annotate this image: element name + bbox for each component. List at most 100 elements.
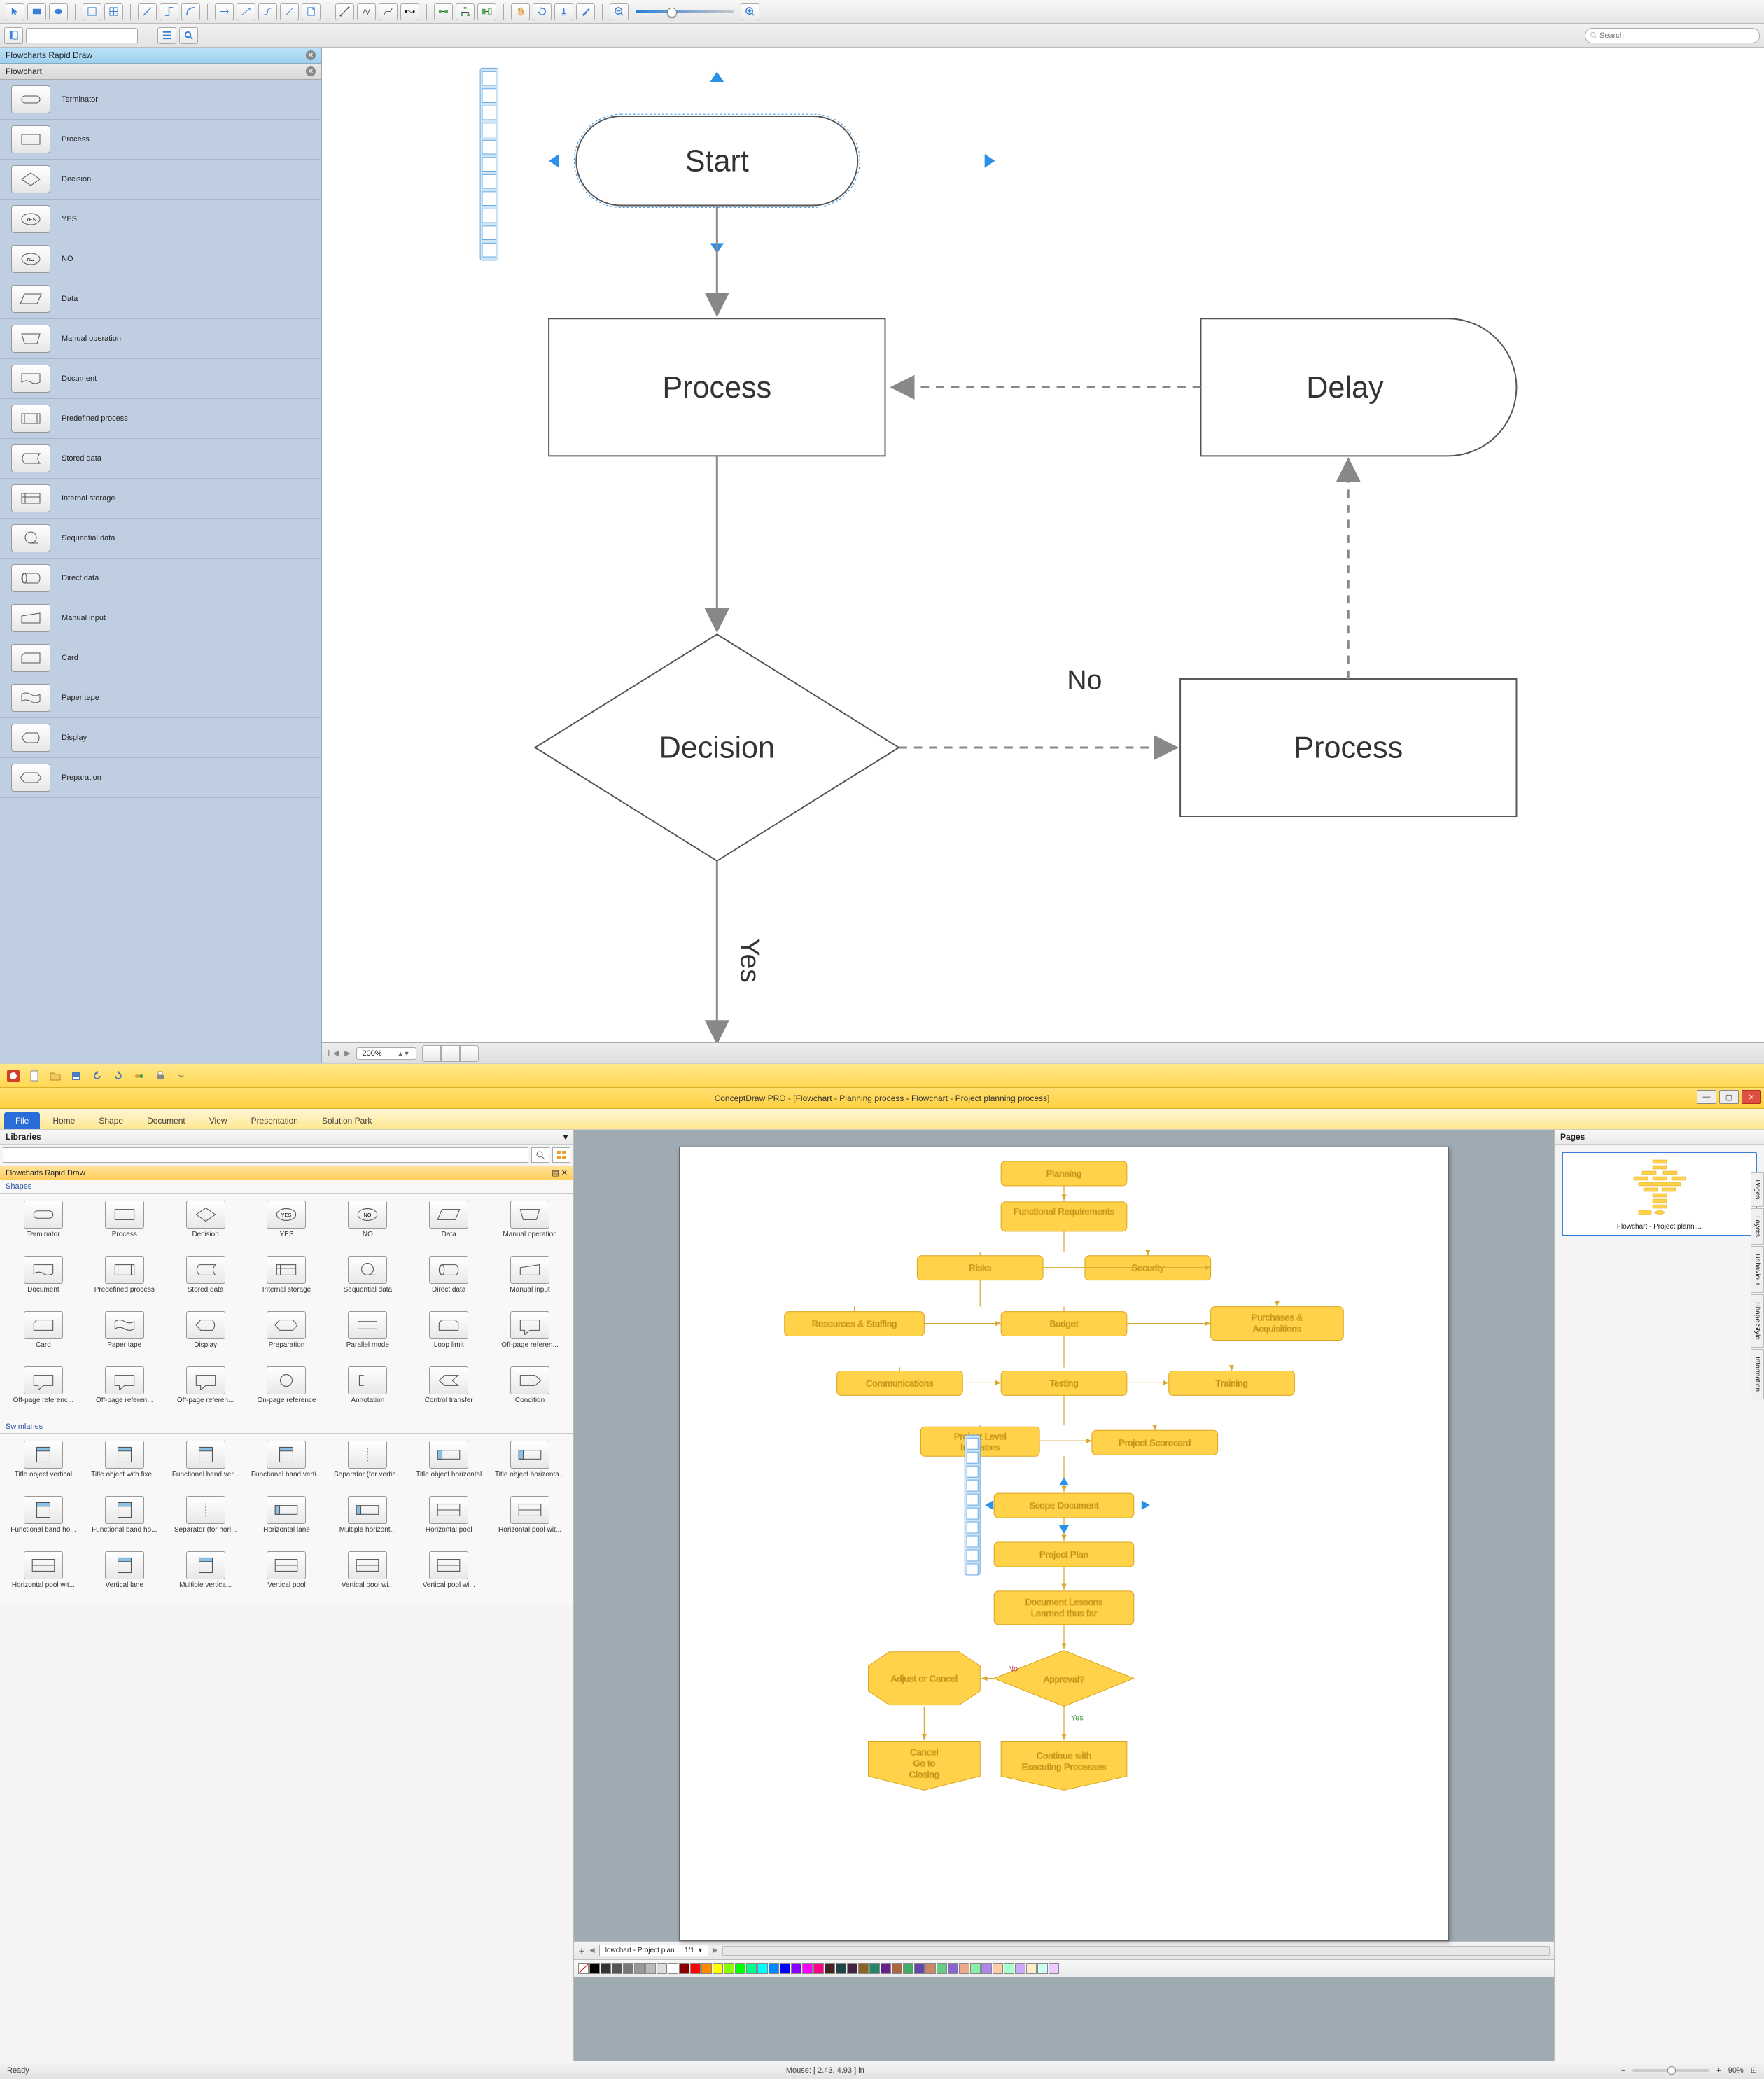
lib-grid-icon[interactable] xyxy=(552,1147,570,1163)
stamp-tool-icon[interactable] xyxy=(554,4,573,20)
view-mode-2-icon[interactable] xyxy=(441,1045,460,1062)
color-swatch[interactable] xyxy=(623,1963,634,1974)
color-swatch[interactable] xyxy=(1026,1963,1037,1974)
color-swatch[interactable] xyxy=(970,1963,981,1974)
shape-item[interactable]: NONO xyxy=(0,239,321,279)
page-tab[interactable]: lowchart - Project plan... 1/1 ▾ xyxy=(599,1945,708,1956)
minimize-button[interactable]: — xyxy=(1697,1090,1716,1104)
swimlane-item[interactable]: Horizontal pool wit... xyxy=(4,1548,83,1601)
shape-item[interactable]: Manual input xyxy=(0,598,321,638)
segment-tool-icon[interactable] xyxy=(335,4,354,20)
list-view-icon[interactable] xyxy=(158,27,176,44)
shape-item[interactable]: Paper tape xyxy=(0,678,321,718)
swimlane-item[interactable]: Functional band ver... xyxy=(167,1438,245,1490)
color-swatch[interactable] xyxy=(925,1963,936,1974)
color-swatch[interactable] xyxy=(1015,1963,1026,1974)
shape-item[interactable]: YESYES xyxy=(0,200,321,239)
swimlane-item[interactable]: Functional band ho... xyxy=(85,1493,164,1546)
color-swatch[interactable] xyxy=(746,1963,757,1974)
shape-item[interactable]: Paper tape xyxy=(85,1308,164,1361)
shape-item[interactable]: Document xyxy=(0,359,321,399)
shape-item[interactable]: Off-page referen... xyxy=(491,1308,569,1361)
shape-item[interactable]: Display xyxy=(0,718,321,758)
shape-item[interactable]: Manual operation xyxy=(491,1198,569,1250)
color-swatch[interactable] xyxy=(589,1963,600,1974)
swimlane-item[interactable]: Separator (for vertic... xyxy=(328,1438,407,1490)
close-icon[interactable]: ✕ xyxy=(306,50,316,60)
color-swatch[interactable] xyxy=(1037,1963,1048,1974)
connector-direct-icon[interactable] xyxy=(237,4,255,20)
shape-item[interactable]: Parallel mode xyxy=(328,1308,407,1361)
shape-item[interactable]: Predefined process xyxy=(85,1253,164,1306)
lib-search-button[interactable] xyxy=(531,1147,550,1163)
color-swatch[interactable] xyxy=(813,1963,824,1974)
shape-item[interactable]: Decision xyxy=(167,1198,245,1250)
swimlane-item[interactable]: Vertical lane xyxy=(85,1548,164,1601)
shape-item[interactable]: Preparation xyxy=(0,758,321,798)
zoom-select[interactable]: 200%▲▼ xyxy=(356,1047,416,1060)
color-swatch[interactable] xyxy=(948,1963,958,1974)
lib-category-header[interactable]: Flowcharts Rapid Draw ▤ ✕ xyxy=(0,1166,573,1180)
library-header-active[interactable]: Flowcharts Rapid Draw ✕ xyxy=(0,48,321,64)
color-swatch[interactable] xyxy=(903,1963,913,1974)
swimlane-item[interactable]: Separator (for hori... xyxy=(167,1493,245,1546)
connector-curve-icon[interactable] xyxy=(280,4,299,20)
color-swatch[interactable] xyxy=(836,1963,846,1974)
shape-item[interactable]: Stored data xyxy=(167,1253,245,1306)
color-swatch[interactable] xyxy=(713,1963,723,1974)
shape-item[interactable]: Decision xyxy=(0,160,321,200)
swimlane-item[interactable]: Horizontal pool xyxy=(410,1493,488,1546)
view-mode-1-icon[interactable] xyxy=(422,1045,441,1062)
color-swatch[interactable] xyxy=(679,1963,690,1974)
shape-item[interactable]: Direct data xyxy=(410,1253,488,1306)
shape-item[interactable]: Loop limit xyxy=(410,1308,488,1361)
swimlane-item[interactable]: Horizontal pool wit... xyxy=(491,1493,569,1546)
color-swatch[interactable] xyxy=(858,1963,869,1974)
swimlane-item[interactable]: Title object horizonta... xyxy=(491,1438,569,1490)
library-header[interactable]: Flowchart ✕ xyxy=(0,64,321,80)
connector-smart-icon[interactable] xyxy=(215,4,234,20)
canvas-page[interactable]: Planning Functional Requirements Risks S… xyxy=(679,1147,1449,1941)
zoom-out-icon[interactable]: − xyxy=(1621,2066,1625,2075)
shape-item[interactable]: Stored data xyxy=(0,439,321,479)
shape-item[interactable]: Terminator xyxy=(4,1198,83,1250)
scroll-right-icon[interactable]: ▶ xyxy=(344,1049,350,1058)
shape-item[interactable]: Data xyxy=(410,1198,488,1250)
pointer-tool-icon[interactable] xyxy=(6,4,24,20)
qat-dropdown-icon[interactable] xyxy=(172,1068,190,1084)
color-swatch[interactable] xyxy=(780,1963,790,1974)
save-icon[interactable] xyxy=(67,1068,85,1084)
color-swatch[interactable] xyxy=(881,1963,891,1974)
dir-arrow-left-icon[interactable] xyxy=(549,154,559,168)
canvas[interactable]: Start Process Delay Decision Process xyxy=(322,48,1764,1063)
color-swatch[interactable] xyxy=(869,1963,880,1974)
zoom-fit-icon[interactable]: ⊡ xyxy=(1751,2066,1757,2075)
shape-item[interactable]: Direct data xyxy=(0,559,321,598)
dir-arrow-up-icon[interactable] xyxy=(710,71,724,82)
shape-item[interactable]: Preparation xyxy=(248,1308,326,1361)
color-swatch[interactable] xyxy=(1004,1963,1014,1974)
color-swatch[interactable] xyxy=(769,1963,779,1974)
swimlane-item[interactable]: Functional band verti... xyxy=(248,1438,326,1490)
swimlane-item[interactable]: Vertical pool wi... xyxy=(410,1548,488,1601)
color-swatch[interactable] xyxy=(981,1963,992,1974)
swimlane-item[interactable]: Vertical pool wi... xyxy=(328,1548,407,1601)
shape-item[interactable]: YESYES xyxy=(248,1198,326,1250)
undo-icon[interactable] xyxy=(88,1068,106,1084)
side-tab-information[interactable]: Information xyxy=(1751,1349,1764,1399)
search-shapes-icon[interactable] xyxy=(179,27,198,44)
bezier-tool-icon[interactable] xyxy=(400,4,419,20)
swimlane-item[interactable]: Title object with fixe... xyxy=(85,1438,164,1490)
shape-item[interactable]: Off-page referen... xyxy=(167,1364,245,1416)
note-tool-icon[interactable] xyxy=(302,4,321,20)
shape-item[interactable]: Document xyxy=(4,1253,83,1306)
library-toggle-icon[interactable] xyxy=(4,27,23,44)
close-icon[interactable]: ✕ xyxy=(306,66,316,76)
no-fill-swatch[interactable] xyxy=(578,1963,589,1974)
scroll-left-icon[interactable]: ‖ ◀ xyxy=(328,1049,339,1058)
color-swatch[interactable] xyxy=(735,1963,746,1974)
search-input[interactable] xyxy=(1585,28,1760,43)
ribbon-tab-file[interactable]: File xyxy=(4,1112,40,1129)
ribbon-tab-solution-park[interactable]: Solution Park xyxy=(311,1112,383,1129)
library-icon[interactable] xyxy=(130,1068,148,1084)
